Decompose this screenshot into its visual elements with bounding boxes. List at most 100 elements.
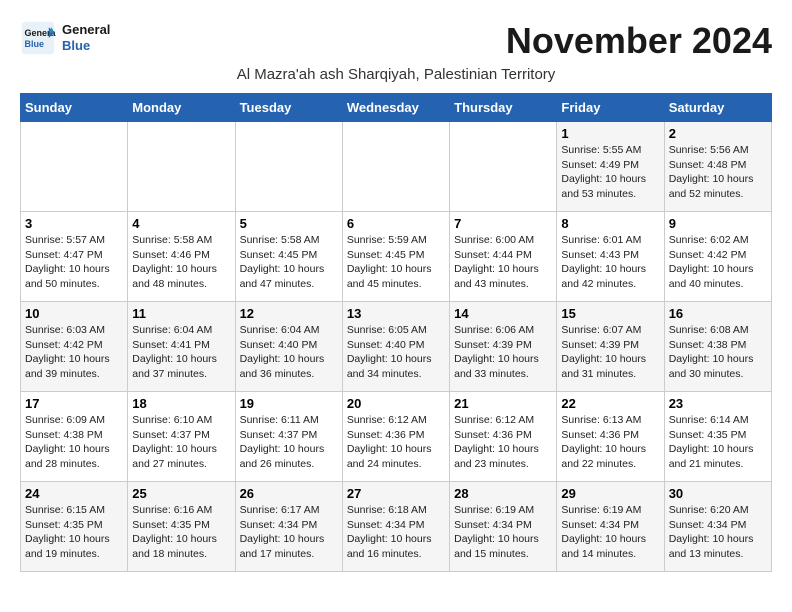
day-info: Sunrise: 6:04 AM Sunset: 4:41 PM Dayligh… <box>132 323 230 382</box>
calendar-cell <box>21 122 128 212</box>
svg-text:Blue: Blue <box>25 39 45 49</box>
day-info: Sunrise: 5:58 AM Sunset: 4:46 PM Dayligh… <box>132 233 230 292</box>
calendar-cell: 1 Sunrise: 5:55 AM Sunset: 4:49 PM Daylig… <box>557 122 664 212</box>
day-info: Sunrise: 6:16 AM Sunset: 4:35 PM Dayligh… <box>132 503 230 562</box>
day-number: 18 <box>132 396 230 411</box>
calendar-cell: 7Sunrise: 6:00 AM Sunset: 4:44 PM Daylig… <box>450 212 557 302</box>
day-info: Sunrise: 6:06 AM Sunset: 4:39 PM Dayligh… <box>454 323 552 382</box>
day-number: 7 <box>454 216 552 231</box>
calendar-cell <box>235 122 342 212</box>
calendar-cell: 28 Sunrise: 6:19 AM Sunset: 4:34 PM Dayli… <box>450 482 557 572</box>
day-info: Sunrise: 5:57 AM Sunset: 4:47 PM Dayligh… <box>25 233 123 292</box>
day-number: 29 <box>561 486 659 501</box>
calendar-cell: 8Sunrise: 6:01 AM Sunset: 4:43 PM Daylig… <box>557 212 664 302</box>
day-number: 25 <box>132 486 230 501</box>
calendar-cell: 9 Sunrise: 6:02 AM Sunset: 4:42 PM Daylig… <box>664 212 771 302</box>
calendar-cell: 6 Sunrise: 5:59 AM Sunset: 4:45 PM Daylig… <box>342 212 449 302</box>
day-info: Sunrise: 6:07 AM Sunset: 4:39 PM Dayligh… <box>561 323 659 382</box>
day-number: 1 <box>561 126 659 141</box>
calendar-cell: 25 Sunrise: 6:16 AM Sunset: 4:35 PM Dayli… <box>128 482 235 572</box>
week-row-1: 1 Sunrise: 5:55 AM Sunset: 4:49 PM Daylig… <box>21 122 772 212</box>
day-info: Sunrise: 6:01 AM Sunset: 4:43 PM Dayligh… <box>561 233 659 292</box>
day-number: 28 <box>454 486 552 501</box>
day-number: 17 <box>25 396 123 411</box>
day-info: Sunrise: 6:14 AM Sunset: 4:35 PM Dayligh… <box>669 413 767 472</box>
week-row-5: 24 Sunrise: 6:15 AM Sunset: 4:35 PM Dayli… <box>21 482 772 572</box>
day-number: 24 <box>25 486 123 501</box>
header-thursday: Thursday <box>450 94 557 122</box>
day-number: 21 <box>454 396 552 411</box>
day-number: 11 <box>132 306 230 321</box>
week-row-3: 10 Sunrise: 6:03 AM Sunset: 4:42 PM Dayli… <box>21 302 772 392</box>
calendar-cell: 14 Sunrise: 6:06 AM Sunset: 4:39 PM Dayli… <box>450 302 557 392</box>
calendar-header-row: SundayMondayTuesdayWednesdayThursdayFrid… <box>21 94 772 122</box>
calendar-cell <box>342 122 449 212</box>
calendar-cell: 3Sunrise: 5:57 AM Sunset: 4:47 PM Daylig… <box>21 212 128 302</box>
day-number: 20 <box>347 396 445 411</box>
calendar-cell: 10 Sunrise: 6:03 AM Sunset: 4:42 PM Dayli… <box>21 302 128 392</box>
week-row-4: 17 Sunrise: 6:09 AM Sunset: 4:38 PM Dayli… <box>21 392 772 482</box>
page-header: General Blue General Blue November 2024 <box>20 20 772 62</box>
day-number: 15 <box>561 306 659 321</box>
calendar-cell: 20 Sunrise: 6:12 AM Sunset: 4:36 PM Dayli… <box>342 392 449 482</box>
calendar-cell: 15 Sunrise: 6:07 AM Sunset: 4:39 PM Dayli… <box>557 302 664 392</box>
calendar-cell: 17 Sunrise: 6:09 AM Sunset: 4:38 PM Dayli… <box>21 392 128 482</box>
header-sunday: Sunday <box>21 94 128 122</box>
day-info: Sunrise: 6:20 AM Sunset: 4:34 PM Dayligh… <box>669 503 767 562</box>
day-number: 14 <box>454 306 552 321</box>
day-number: 4 <box>132 216 230 231</box>
day-number: 23 <box>669 396 767 411</box>
day-number: 16 <box>669 306 767 321</box>
calendar-cell: 12Sunrise: 6:04 AM Sunset: 4:40 PM Dayli… <box>235 302 342 392</box>
day-info: Sunrise: 6:09 AM Sunset: 4:38 PM Dayligh… <box>25 413 123 472</box>
day-info: Sunrise: 5:59 AM Sunset: 4:45 PM Dayligh… <box>347 233 445 292</box>
calendar-cell: 23 Sunrise: 6:14 AM Sunset: 4:35 PM Dayli… <box>664 392 771 482</box>
calendar-table: SundayMondayTuesdayWednesdayThursdayFrid… <box>20 93 772 572</box>
logo: General Blue General Blue <box>20 20 110 56</box>
day-number: 27 <box>347 486 445 501</box>
day-info: Sunrise: 6:19 AM Sunset: 4:34 PM Dayligh… <box>561 503 659 562</box>
day-number: 26 <box>240 486 338 501</box>
day-info: Sunrise: 6:05 AM Sunset: 4:40 PM Dayligh… <box>347 323 445 382</box>
day-info: Sunrise: 6:15 AM Sunset: 4:35 PM Dayligh… <box>25 503 123 562</box>
day-number: 22 <box>561 396 659 411</box>
day-number: 6 <box>347 216 445 231</box>
day-info: Sunrise: 6:02 AM Sunset: 4:42 PM Dayligh… <box>669 233 767 292</box>
day-number: 9 <box>669 216 767 231</box>
calendar-cell: 29 Sunrise: 6:19 AM Sunset: 4:34 PM Dayli… <box>557 482 664 572</box>
day-info: Sunrise: 6:03 AM Sunset: 4:42 PM Dayligh… <box>25 323 123 382</box>
calendar-cell: 11 Sunrise: 6:04 AM Sunset: 4:41 PM Dayli… <box>128 302 235 392</box>
calendar-cell: 21 Sunrise: 6:12 AM Sunset: 4:36 PM Dayli… <box>450 392 557 482</box>
calendar-cell: 22Sunrise: 6:13 AM Sunset: 4:36 PM Dayli… <box>557 392 664 482</box>
header-friday: Friday <box>557 94 664 122</box>
day-info: Sunrise: 5:58 AM Sunset: 4:45 PM Dayligh… <box>240 233 338 292</box>
calendar-cell: 13 Sunrise: 6:05 AM Sunset: 4:40 PM Dayli… <box>342 302 449 392</box>
calendar-cell <box>450 122 557 212</box>
day-info: Sunrise: 5:55 AM Sunset: 4:49 PM Dayligh… <box>561 143 659 202</box>
day-info: Sunrise: 6:19 AM Sunset: 4:34 PM Dayligh… <box>454 503 552 562</box>
calendar-cell: 26 Sunrise: 6:17 AM Sunset: 4:34 PM Dayli… <box>235 482 342 572</box>
day-info: Sunrise: 6:18 AM Sunset: 4:34 PM Dayligh… <box>347 503 445 562</box>
day-info: Sunrise: 6:12 AM Sunset: 4:36 PM Dayligh… <box>454 413 552 472</box>
day-info: Sunrise: 6:08 AM Sunset: 4:38 PM Dayligh… <box>669 323 767 382</box>
week-row-2: 3Sunrise: 5:57 AM Sunset: 4:47 PM Daylig… <box>21 212 772 302</box>
calendar-cell: 18Sunrise: 6:10 AM Sunset: 4:37 PM Dayli… <box>128 392 235 482</box>
location-subtitle: Al Mazra'ah ash Sharqiyah, Palestinian T… <box>20 66 772 83</box>
calendar-body: 1 Sunrise: 5:55 AM Sunset: 4:49 PM Daylig… <box>21 122 772 572</box>
calendar-cell: 24 Sunrise: 6:15 AM Sunset: 4:35 PM Dayli… <box>21 482 128 572</box>
day-info: Sunrise: 6:17 AM Sunset: 4:34 PM Dayligh… <box>240 503 338 562</box>
day-info: Sunrise: 6:12 AM Sunset: 4:36 PM Dayligh… <box>347 413 445 472</box>
day-number: 10 <box>25 306 123 321</box>
header-saturday: Saturday <box>664 94 771 122</box>
header-wednesday: Wednesday <box>342 94 449 122</box>
day-info: Sunrise: 5:56 AM Sunset: 4:48 PM Dayligh… <box>669 143 767 202</box>
logo-text: General Blue <box>62 22 110 53</box>
calendar-cell: 19Sunrise: 6:11 AM Sunset: 4:37 PM Dayli… <box>235 392 342 482</box>
day-number: 2 <box>669 126 767 141</box>
day-number: 13 <box>347 306 445 321</box>
logo-icon: General Blue <box>20 20 56 56</box>
calendar-cell <box>128 122 235 212</box>
day-info: Sunrise: 6:04 AM Sunset: 4:40 PM Dayligh… <box>240 323 338 382</box>
header-tuesday: Tuesday <box>235 94 342 122</box>
day-info: Sunrise: 6:11 AM Sunset: 4:37 PM Dayligh… <box>240 413 338 472</box>
